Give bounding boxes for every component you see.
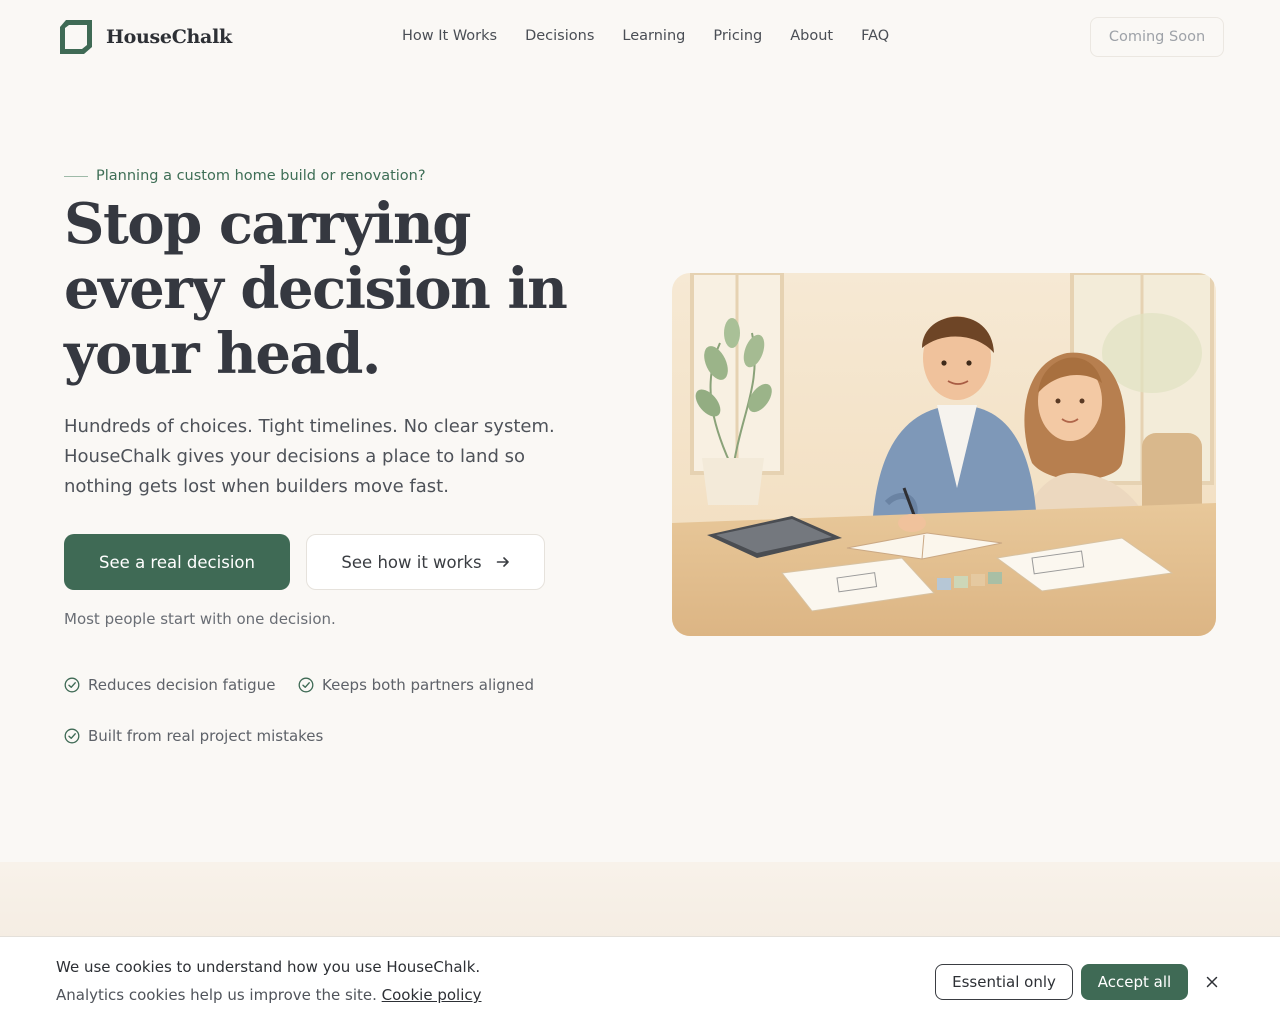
hero-headline: Stop carrying every decision in your hea… bbox=[64, 191, 568, 387]
check-circle-icon bbox=[298, 677, 314, 693]
essential-only-button[interactable]: Essential only bbox=[935, 964, 1073, 1000]
feature-item: Keeps both partners aligned bbox=[298, 676, 534, 694]
cookie-title: We use cookies to understand how you use… bbox=[56, 958, 481, 976]
cookie-subtitle-text: Analytics cookies help us improve the si… bbox=[56, 986, 377, 1004]
eyebrow-text: Planning a custom home build or renovati… bbox=[96, 168, 426, 184]
arrow-right-icon bbox=[496, 557, 509, 567]
hero-hint: Most people start with one decision. bbox=[64, 610, 336, 628]
couple-planning-illustration bbox=[672, 273, 1216, 636]
cookie-banner: We use cookies to understand how you use… bbox=[0, 936, 1280, 1024]
accept-all-button[interactable]: Accept all bbox=[1081, 964, 1188, 1000]
logo-icon bbox=[60, 20, 92, 54]
see-real-decision-button[interactable]: See a real decision bbox=[64, 534, 290, 590]
feature-label: Keeps both partners aligned bbox=[322, 676, 535, 694]
close-icon bbox=[1206, 976, 1218, 988]
nav-how-it-works[interactable]: How It Works bbox=[402, 28, 497, 44]
eyebrow: Planning a custom home build or renovati… bbox=[64, 168, 426, 184]
hero-lead: Hundreds of choices. Tight timelines. No… bbox=[64, 416, 555, 497]
nav-about[interactable]: About bbox=[790, 28, 833, 44]
brand-name: HouseChalk bbox=[106, 26, 232, 48]
nav-faq[interactable]: FAQ bbox=[861, 28, 889, 44]
cookie-subtitle: Analytics cookies help us improve the si… bbox=[56, 986, 482, 1004]
nav-pricing[interactable]: Pricing bbox=[713, 28, 762, 44]
feature-label: Reduces decision fatigue bbox=[88, 676, 276, 694]
site-header: HouseChalk How It Works Decisions Learni… bbox=[0, 0, 1280, 76]
illustration-graphic bbox=[672, 273, 1216, 636]
check-circle-icon bbox=[64, 728, 80, 744]
section-band bbox=[0, 862, 1280, 938]
nav-decisions[interactable]: Decisions bbox=[525, 28, 594, 44]
cookie-close-button[interactable] bbox=[1200, 970, 1224, 994]
eyebrow-divider bbox=[64, 175, 88, 177]
see-how-it-works-button[interactable]: See how it works bbox=[306, 534, 545, 590]
feature-label: Built from real project mistakes bbox=[88, 727, 324, 745]
main-nav: How It Works Decisions Learning Pricing … bbox=[402, 28, 889, 44]
feature-item: Built from real project mistakes bbox=[64, 727, 323, 745]
nav-learning[interactable]: Learning bbox=[622, 28, 685, 44]
check-circle-icon bbox=[64, 677, 80, 693]
coming-soon-button[interactable]: Coming Soon bbox=[1090, 17, 1224, 57]
logo[interactable]: HouseChalk bbox=[56, 17, 232, 57]
feature-item: Reduces decision fatigue bbox=[64, 676, 275, 694]
cookie-policy-link[interactable]: Cookie policy bbox=[382, 986, 482, 1004]
see-how-it-works-label: See how it works bbox=[341, 552, 482, 572]
